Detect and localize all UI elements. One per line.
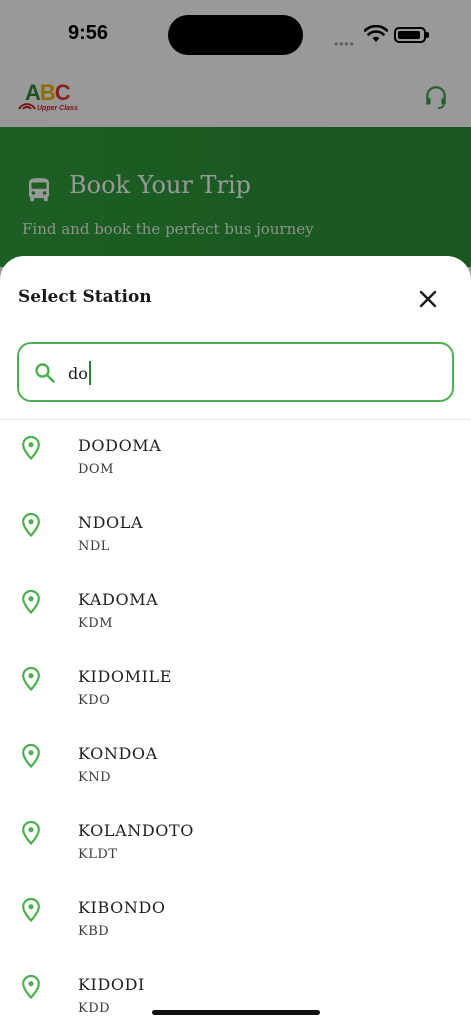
station-name: KIDODI	[78, 975, 145, 994]
select-station-sheet: Select Station DODOMA DOM NDOLA NDL KADO…	[0, 256, 471, 1024]
location-pin-icon	[22, 820, 40, 846]
sheet-title: Select Station	[18, 287, 152, 307]
search-icon	[35, 363, 55, 383]
station-code: NDL	[78, 539, 110, 554]
station-name: KOLANDOTO	[78, 821, 194, 840]
station-name: DODOMA	[78, 436, 162, 455]
station-name: KIDOMILE	[78, 667, 173, 686]
station-item[interactable]: KIBONDO KBD	[0, 890, 471, 967]
station-item[interactable]: KADOMA KDM	[0, 582, 471, 659]
text-caret	[89, 361, 91, 385]
search-input[interactable]	[68, 360, 428, 386]
divider	[0, 419, 471, 420]
station-item[interactable]: KIDODI KDD	[0, 967, 471, 1024]
home-indicator	[152, 1010, 320, 1015]
station-code: KDO	[78, 693, 111, 708]
station-code: KLDT	[78, 847, 118, 862]
station-item[interactable]: DODOMA DOM	[0, 428, 471, 505]
station-item[interactable]: KONDOA KND	[0, 736, 471, 813]
station-item[interactable]: NDOLA NDL	[0, 505, 471, 582]
location-pin-icon	[22, 512, 40, 538]
location-pin-icon	[22, 435, 40, 461]
station-item[interactable]: KOLANDOTO KLDT	[0, 813, 471, 890]
station-name: KADOMA	[78, 590, 159, 609]
location-pin-icon	[22, 974, 40, 1000]
station-name: KIBONDO	[78, 898, 166, 917]
station-code: DOM	[78, 462, 114, 477]
location-pin-icon	[22, 666, 40, 692]
station-code: KDD	[78, 1001, 111, 1016]
station-code: KBD	[78, 924, 110, 939]
close-icon	[419, 290, 437, 308]
location-pin-icon	[22, 897, 40, 923]
location-pin-icon	[22, 743, 40, 769]
station-code: KND	[78, 770, 112, 785]
station-code: KDM	[78, 616, 113, 631]
station-search-box[interactable]	[17, 342, 454, 402]
station-name: NDOLA	[78, 513, 144, 532]
station-item[interactable]: KIDOMILE KDO	[0, 659, 471, 736]
close-button[interactable]	[412, 283, 444, 315]
station-name: KONDOA	[78, 744, 158, 763]
location-pin-icon	[22, 589, 40, 615]
station-list: DODOMA DOM NDOLA NDL KADOMA KDM KIDOMILE…	[0, 428, 471, 1024]
